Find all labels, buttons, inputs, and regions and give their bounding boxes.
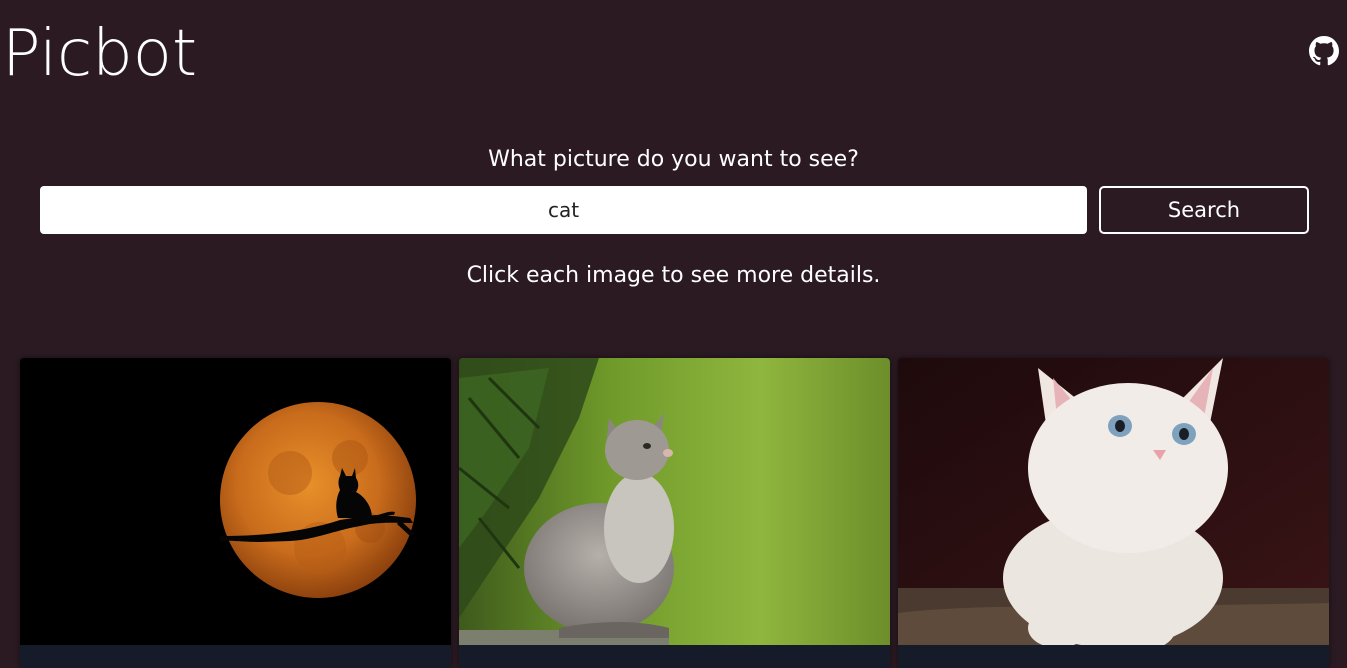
github-icon[interactable] <box>1309 36 1339 66</box>
result-card[interactable] <box>20 358 451 668</box>
result-card[interactable] <box>459 358 890 668</box>
search-button[interactable]: Search <box>1099 186 1309 234</box>
hint-text: Click each image to see more details. <box>466 263 881 288</box>
result-image[interactable] <box>898 358 1329 645</box>
app-title: Picbot <box>2 17 198 91</box>
header: Picbot <box>0 0 1347 110</box>
result-image[interactable] <box>20 358 451 645</box>
result-image[interactable] <box>459 358 890 645</box>
card-footer <box>20 645 451 668</box>
search-prompt: What picture do you want to see? <box>488 147 859 172</box>
search-input[interactable] <box>40 186 1087 234</box>
card-footer <box>898 645 1329 668</box>
result-card[interactable] <box>898 358 1329 668</box>
card-footer <box>459 645 890 668</box>
